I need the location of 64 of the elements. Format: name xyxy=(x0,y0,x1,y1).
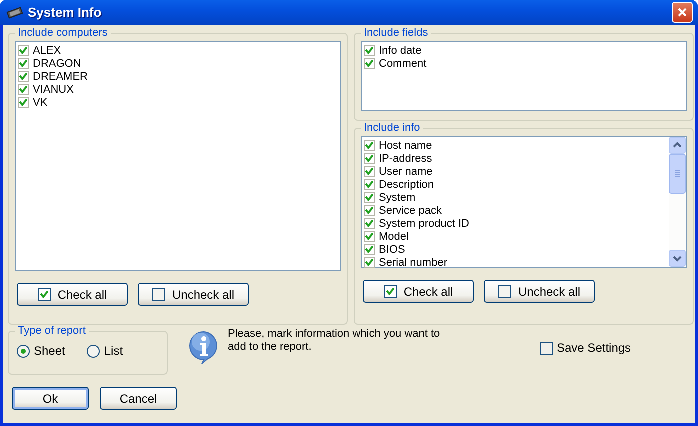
info-icon xyxy=(188,331,220,365)
button[interactable]: Cancel xyxy=(100,387,177,410)
list-item[interactable]: ALEX xyxy=(33,44,62,56)
list-item[interactable]: Serial number xyxy=(379,256,448,268)
checkbox-label[interactable]: Save Settings xyxy=(557,341,632,355)
radio-button[interactable] xyxy=(17,344,30,358)
checkbox[interactable] xyxy=(540,342,553,354)
checkbox[interactable] xyxy=(18,58,29,69)
info-message: Please, mark information which you want to add to the report. xyxy=(228,328,442,354)
list-item[interactable]: Service pack xyxy=(379,204,442,216)
window-title: System Info xyxy=(28,5,102,20)
empty-box-icon xyxy=(498,285,512,298)
empty-box-icon xyxy=(152,288,166,301)
checkbox[interactable] xyxy=(364,192,375,203)
checkbox[interactable] xyxy=(364,244,375,255)
list-item[interactable]: User name xyxy=(379,166,433,178)
list-item[interactable]: Description xyxy=(379,178,434,190)
checkbox[interactable] xyxy=(364,205,375,216)
button[interactable]: Uncheck all xyxy=(138,283,249,306)
checkbox[interactable] xyxy=(18,71,29,82)
radio-label[interactable]: Sheet xyxy=(34,344,66,358)
list-item[interactable]: Host name xyxy=(379,140,432,152)
checkbox[interactable] xyxy=(18,97,29,108)
list-item[interactable]: BIOS xyxy=(379,244,406,256)
checkbox[interactable] xyxy=(364,140,375,151)
close-button[interactable] xyxy=(672,2,693,23)
checkbox[interactable] xyxy=(364,218,375,229)
checkbox[interactable] xyxy=(364,58,375,69)
button[interactable]: Check all xyxy=(363,280,474,303)
close-icon xyxy=(678,8,687,17)
chip-icon xyxy=(6,6,24,18)
group-label: Include info xyxy=(363,122,422,134)
scroll-thumb-icon xyxy=(669,154,686,194)
button[interactable]: Ok xyxy=(12,387,89,410)
list-item[interactable]: Comment xyxy=(379,58,427,70)
group-label: Include computers xyxy=(17,27,109,39)
checked-box-icon xyxy=(38,288,51,301)
scroll-down-icon xyxy=(669,250,686,267)
list-item[interactable]: DREAMER xyxy=(33,70,88,82)
list-item[interactable]: Info date xyxy=(379,44,422,56)
radio-button[interactable] xyxy=(87,344,100,358)
checked-box-icon xyxy=(384,285,397,298)
checkbox[interactable] xyxy=(364,257,375,268)
checkbox[interactable] xyxy=(18,45,29,56)
list-item[interactable]: System product ID xyxy=(379,218,470,230)
checkbox[interactable] xyxy=(364,45,375,56)
checkbox[interactable] xyxy=(364,231,375,242)
button[interactable]: Check all xyxy=(17,283,128,306)
checkbox[interactable] xyxy=(364,166,375,177)
list-item[interactable]: VIANUX xyxy=(33,84,74,96)
group-label: Include fields xyxy=(363,27,430,39)
checkbox[interactable] xyxy=(364,179,375,190)
group-label: Type of report xyxy=(17,325,87,337)
list-item[interactable]: IP-address xyxy=(379,152,432,164)
list-item[interactable]: Model xyxy=(379,230,409,242)
checkbox[interactable] xyxy=(364,153,375,164)
list-item[interactable]: DRAGON xyxy=(33,58,82,70)
scrollbar[interactable] xyxy=(669,137,686,267)
list-item[interactable]: VK xyxy=(33,96,48,108)
radio-label[interactable]: List xyxy=(104,344,124,358)
checkbox[interactable] xyxy=(18,84,29,95)
scroll-up-icon xyxy=(669,137,686,154)
button[interactable]: Uncheck all xyxy=(484,280,595,303)
list-item[interactable]: System xyxy=(379,192,416,204)
